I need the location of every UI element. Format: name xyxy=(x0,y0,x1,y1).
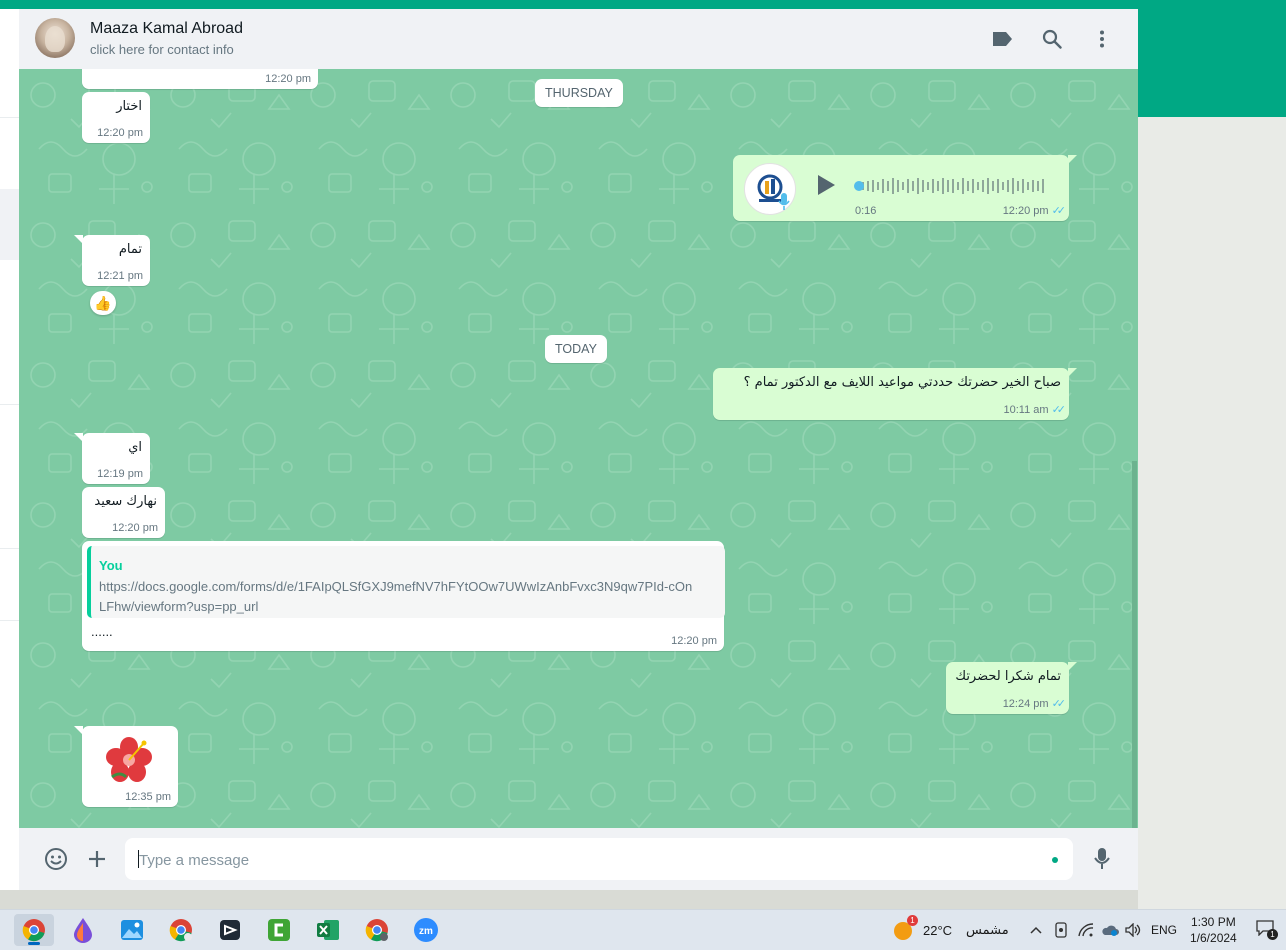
clock-date: 1/6/2024 xyxy=(1190,931,1237,945)
message-time: 12:24 pm ✓✓ xyxy=(1002,698,1067,710)
clock-time: 1:30 PM xyxy=(1191,915,1236,929)
message-outgoing[interactable]: صباح الخير حضرتك حددتي مواعيد اللايف مع … xyxy=(713,368,1077,420)
volume-icon[interactable] xyxy=(1125,910,1141,950)
avatar[interactable] xyxy=(35,18,75,58)
sun-icon: 1 xyxy=(893,915,918,941)
quote-author: You xyxy=(99,558,123,573)
camtasia-taskbar-icon[interactable] xyxy=(259,914,299,946)
search-icon[interactable] xyxy=(1040,27,1064,51)
message-text: نهارك سعيد xyxy=(94,494,157,509)
chrome-profile-taskbar-icon[interactable] xyxy=(161,914,201,946)
wifi-icon[interactable] xyxy=(1078,910,1094,950)
message-time: 12:19 pm xyxy=(97,468,143,480)
read-receipt-icon: ✓✓ xyxy=(1051,698,1067,710)
message-text: تمام شكرا لحضرتك xyxy=(955,669,1061,684)
message-time: 12:21 pm xyxy=(97,270,143,282)
play-icon[interactable] xyxy=(815,173,837,200)
notification-badge: 1 xyxy=(1267,929,1278,940)
microphone-icon xyxy=(778,193,790,214)
message-text: اي xyxy=(128,440,142,455)
device-icon[interactable] xyxy=(1054,910,1068,950)
message-time: 12:20 pm xyxy=(112,522,158,534)
clock[interactable]: 1:30 PM 1/6/2024 xyxy=(1190,910,1237,950)
zoom-taskbar-icon[interactable]: zm xyxy=(406,914,446,946)
onedrive-icon[interactable] xyxy=(1101,910,1119,950)
windows-taskbar: zm 1 22°C مشمس ENG 1:30 PM 1/6/2024 1 xyxy=(0,909,1286,950)
quote-text: https://docs.google.com/forms/d/e/1FAIpQ… xyxy=(99,579,693,614)
menu-icon[interactable] xyxy=(1090,27,1114,51)
notification-icon[interactable]: 1 xyxy=(1256,910,1278,950)
divider xyxy=(0,404,19,405)
weather-alert-badge: 1 xyxy=(907,915,918,926)
message-text: ...... xyxy=(91,624,113,639)
message-incoming-reply[interactable]: You https://docs.google.com/forms/d/e/1F… xyxy=(82,541,725,651)
voice-duration: 0:16 xyxy=(855,205,877,217)
chrome-taskbar-icon[interactable] xyxy=(14,914,54,946)
paint-taskbar-icon[interactable] xyxy=(63,914,103,946)
read-receipt-icon: ✓✓ xyxy=(1051,205,1067,217)
message-text: تمام xyxy=(118,242,142,257)
message-time: 12:35 pm xyxy=(125,791,171,803)
message-incoming[interactable]: تمام 12:21 pm xyxy=(74,235,150,286)
divider xyxy=(0,548,19,549)
contact-name[interactable]: Maaza Kamal Abroad xyxy=(90,20,243,38)
voice-message-outgoing[interactable]: 0:16 12:20 pm ✓✓ xyxy=(733,155,1077,221)
reaction-badge[interactable]: 👍 xyxy=(90,291,116,315)
chat-list-selected-item[interactable] xyxy=(0,189,19,260)
message-incoming[interactable]: اختار 12:20 pm xyxy=(82,92,150,143)
message-time: 12:20 pm ✓✓ xyxy=(1002,205,1067,217)
quoted-message[interactable]: You https://docs.google.com/forms/d/e/1F… xyxy=(87,546,725,618)
chat-panel[interactable]: 12:20 pm THURSDAY اختار 12:20 pm 0:16 12… xyxy=(19,69,1138,828)
background-accent xyxy=(1138,0,1286,117)
emoji-icon[interactable] xyxy=(43,846,69,872)
excel-taskbar-icon[interactable] xyxy=(308,914,348,946)
date-divider: TODAY xyxy=(545,335,607,363)
chat-list-strip[interactable] xyxy=(0,9,20,890)
read-receipt-icon: ✓✓ xyxy=(1051,404,1067,416)
temperature: 22°C xyxy=(923,922,953,938)
message-input-box[interactable] xyxy=(125,838,1073,880)
label-icon[interactable] xyxy=(990,27,1014,51)
divider xyxy=(0,620,19,621)
microphone-icon[interactable] xyxy=(1090,846,1114,872)
message-input[interactable] xyxy=(137,846,1021,874)
weather-text: مشمس xyxy=(966,922,1009,938)
message-time: 12:20 pm xyxy=(97,127,143,139)
message-text: اختار xyxy=(116,99,142,114)
text-caret xyxy=(138,850,139,868)
whatsapp-window: Maaza Kamal Abroad click here for contac… xyxy=(0,9,1138,890)
divider xyxy=(0,117,19,118)
message-time: 10:11 am ✓✓ xyxy=(1003,404,1067,416)
hibiscus-sticker xyxy=(106,737,152,782)
message-composer xyxy=(19,828,1138,890)
background-area xyxy=(1138,117,1286,909)
capcut-taskbar-icon[interactable] xyxy=(210,914,250,946)
message-incoming[interactable]: نهارك سعيد 12:20 pm xyxy=(82,487,165,538)
message-outgoing[interactable]: تمام شكرا لحضرتك 12:24 pm ✓✓ xyxy=(946,662,1077,714)
svg-text:zm: zm xyxy=(419,926,433,937)
chat-scrollbar[interactable] xyxy=(1132,461,1137,828)
chat-header[interactable]: Maaza Kamal Abroad click here for contac… xyxy=(19,9,1138,69)
message-time: 12:20 pm xyxy=(671,635,717,647)
attach-plus-icon[interactable] xyxy=(85,846,109,872)
date-divider: THURSDAY xyxy=(535,79,623,107)
contact-info-link[interactable]: click here for contact info xyxy=(90,42,234,57)
message-incoming[interactable]: 12:20 pm xyxy=(82,69,318,89)
message-time: 12:20 pm xyxy=(265,73,311,85)
top-accent-bar xyxy=(0,0,1286,9)
message-text: صباح الخير حضرتك حددتي مواعيد اللايف مع … xyxy=(743,375,1061,390)
message-incoming[interactable]: اي 12:19 pm xyxy=(74,433,150,484)
waveform[interactable] xyxy=(854,176,1050,196)
input-language[interactable]: ENG xyxy=(1151,910,1177,950)
photos-taskbar-icon[interactable] xyxy=(112,914,152,946)
status-dot xyxy=(1052,857,1058,863)
chrome-work-taskbar-icon[interactable] xyxy=(357,914,397,946)
weather-widget[interactable]: 1 22°C مشمس xyxy=(893,910,1009,950)
tray-chevron-icon[interactable] xyxy=(1030,910,1042,950)
sticker-message-incoming[interactable]: 12:35 pm xyxy=(74,726,178,807)
